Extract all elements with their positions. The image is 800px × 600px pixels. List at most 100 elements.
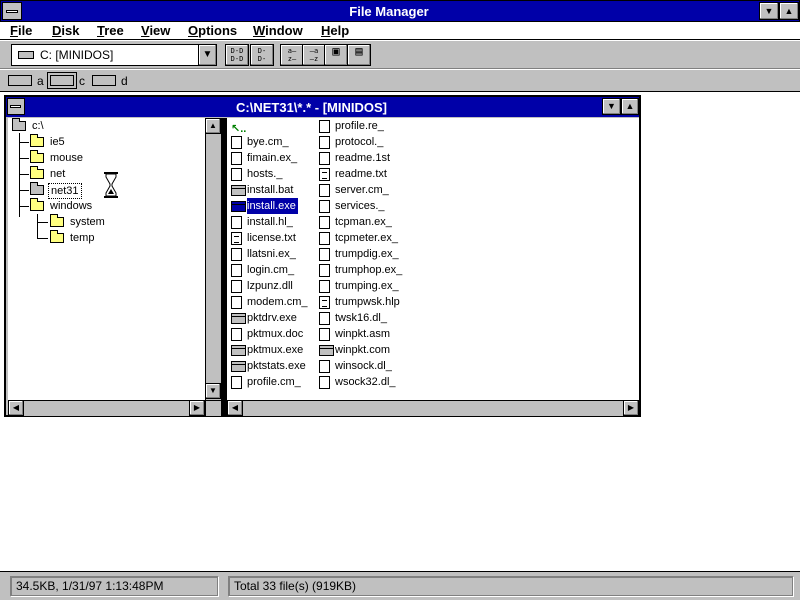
menu-view[interactable]: View xyxy=(141,23,170,38)
file-item[interactable]: llatsni.ex_ xyxy=(227,246,311,262)
menu-options[interactable]: Options xyxy=(188,23,237,38)
dropdown-arrow-icon[interactable]: ▼ xyxy=(198,45,216,65)
app-system-menu-button[interactable] xyxy=(2,2,22,20)
menu-file[interactable]: File xyxy=(10,23,32,38)
file-item[interactable]: protocol._ xyxy=(315,134,399,150)
document-file-icon xyxy=(319,216,330,229)
files-horizontal-scrollbar[interactable]: ◀ ▶ xyxy=(227,400,639,416)
document-file-icon xyxy=(319,120,330,133)
tree-vertical-scrollbar[interactable]: ▲ ▼ xyxy=(205,118,221,400)
drive-c-label: c xyxy=(79,74,85,88)
parent-directory-item[interactable]: ↖.. xyxy=(227,118,311,135)
menu-help[interactable]: Help xyxy=(321,23,349,38)
program-file-icon xyxy=(319,345,334,356)
new-window-button[interactable]: ▣ xyxy=(324,44,348,66)
properties-button[interactable]: ▤ xyxy=(347,44,371,66)
view-all-details-button[interactable]: D- D- xyxy=(250,44,274,66)
file-item-label: winpkt.com xyxy=(335,344,391,356)
tree-item-label: ie5 xyxy=(50,136,65,148)
program-file-icon xyxy=(231,201,246,212)
file-item[interactable]: winpkt.asm xyxy=(315,326,399,342)
file-item[interactable]: wsock32.dl_ xyxy=(315,374,399,390)
file-item[interactable]: tcpmeter.ex_ xyxy=(315,230,399,246)
file-item[interactable]: services._ xyxy=(315,198,399,214)
file-item[interactable]: lzpunz.dll xyxy=(227,278,311,294)
hard-drive-icon xyxy=(47,72,77,89)
file-item[interactable]: modem.cm_ xyxy=(227,294,311,310)
file-item[interactable]: login.cm_ xyxy=(227,262,311,278)
sort-by-type-button[interactable]: –a –z xyxy=(302,44,326,66)
folder-icon xyxy=(30,134,44,147)
view-by-name-button[interactable]: D-D D-D xyxy=(225,44,249,66)
file-item-label: tcpmeter.ex_ xyxy=(335,232,398,244)
sort-by-name-button[interactable]: a– z– xyxy=(280,44,304,66)
tree-item-label: system xyxy=(70,216,105,228)
drive-d-button[interactable]: d xyxy=(90,72,130,90)
scroll-up-button[interactable]: ▲ xyxy=(205,118,221,134)
file-item[interactable]: twsk16.dl_ xyxy=(315,310,399,326)
file-item[interactable]: winpkt.com xyxy=(315,342,399,358)
app-title-bar[interactable]: File Manager ▼ ▲ xyxy=(0,0,800,22)
file-item[interactable]: profile.cm_ xyxy=(227,374,311,390)
file-item[interactable]: trumpdig.ex_ xyxy=(315,246,399,262)
file-item[interactable]: install.exe xyxy=(227,197,311,215)
file-item[interactable]: pktmux.exe xyxy=(227,342,311,358)
menu-disk[interactable]: Disk xyxy=(52,23,79,38)
scroll-left-button[interactable]: ◀ xyxy=(8,400,24,416)
file-item[interactable]: winsock.dl_ xyxy=(315,358,399,374)
tree-connector xyxy=(19,174,29,175)
file-item[interactable]: trumpwsk.hlp xyxy=(315,294,400,310)
new-window-icon: ▣ xyxy=(332,44,340,58)
file-item[interactable]: tcpman.ex_ xyxy=(315,214,399,230)
file-list-pane[interactable]: ↖.. bye.cm_ fimain.ex_ hosts._ install.bat i… xyxy=(227,118,639,416)
directory-window-title: C:\NET31\*.* - [MINIDOS] xyxy=(236,100,387,115)
file-item-label: login.cm_ xyxy=(247,264,295,276)
scroll-right-button[interactable]: ▶ xyxy=(189,400,205,416)
directory-window-title-bar[interactable]: C:\NET31\*.* - [MINIDOS] ▼ ▲ xyxy=(6,97,639,117)
file-item[interactable]: trumping.ex_ xyxy=(315,278,399,294)
maximize-button[interactable]: ▲ xyxy=(779,2,799,20)
directory-tree-pane[interactable]: c:\ ie5 mouse net net31 windows system t… xyxy=(8,118,222,416)
file-item-label: profile.cm_ xyxy=(247,376,301,388)
tree-connector xyxy=(19,206,29,207)
document-file-icon xyxy=(231,216,242,229)
file-item[interactable]: license.txt xyxy=(227,230,311,246)
text-file-icon xyxy=(231,232,242,245)
drive-c-button[interactable]: c xyxy=(47,72,88,90)
drive-select[interactable]: C: [MINIDOS] ▼ xyxy=(11,44,217,66)
maximize-icon: ▲ xyxy=(784,6,794,16)
file-item[interactable]: readme.txt xyxy=(315,166,399,182)
file-item[interactable]: fimain.ex_ xyxy=(227,150,311,166)
file-item[interactable]: pktmux.doc xyxy=(227,326,311,342)
drive-a-button[interactable]: a xyxy=(6,72,46,90)
menu-window[interactable]: Window xyxy=(253,23,303,38)
document-file-icon xyxy=(319,264,330,277)
file-item[interactable]: pktdrv.exe xyxy=(227,310,311,326)
file-item[interactable]: profile.re_ xyxy=(315,118,399,134)
program-file-icon xyxy=(231,185,246,196)
minimize-button[interactable]: ▼ xyxy=(759,2,779,20)
file-item[interactable]: trumphop.ex_ xyxy=(315,262,402,278)
document-file-icon xyxy=(231,280,242,293)
scroll-left-button[interactable]: ◀ xyxy=(227,400,243,416)
child-system-menu-button[interactable] xyxy=(7,98,25,115)
child-minimize-button[interactable]: ▼ xyxy=(602,98,621,115)
file-item[interactable]: readme.1st xyxy=(315,150,399,166)
document-file-icon xyxy=(231,328,242,341)
file-item-label: winpkt.asm xyxy=(335,328,391,340)
file-item[interactable]: install.hl_ xyxy=(227,214,311,230)
folder-icon xyxy=(50,230,64,243)
scroll-down-button[interactable]: ▼ xyxy=(205,383,221,399)
child-maximize-button[interactable]: ▲ xyxy=(621,98,639,115)
file-item[interactable]: server.cm_ xyxy=(315,182,399,198)
menu-tree[interactable]: Tree xyxy=(97,23,124,38)
file-item[interactable]: hosts._ xyxy=(227,166,311,182)
file-item[interactable]: install.bat xyxy=(227,182,311,198)
file-item[interactable]: pktstats.exe xyxy=(227,358,311,374)
document-file-icon xyxy=(319,152,330,165)
tree-horizontal-scrollbar[interactable]: ◀ ▶ xyxy=(8,400,205,416)
file-item[interactable]: bye.cm_ xyxy=(227,134,311,150)
scroll-right-button[interactable]: ▶ xyxy=(623,400,639,416)
scroll-up-icon: ▲ xyxy=(209,121,217,130)
file-item-label: llatsni.ex_ xyxy=(247,248,296,260)
